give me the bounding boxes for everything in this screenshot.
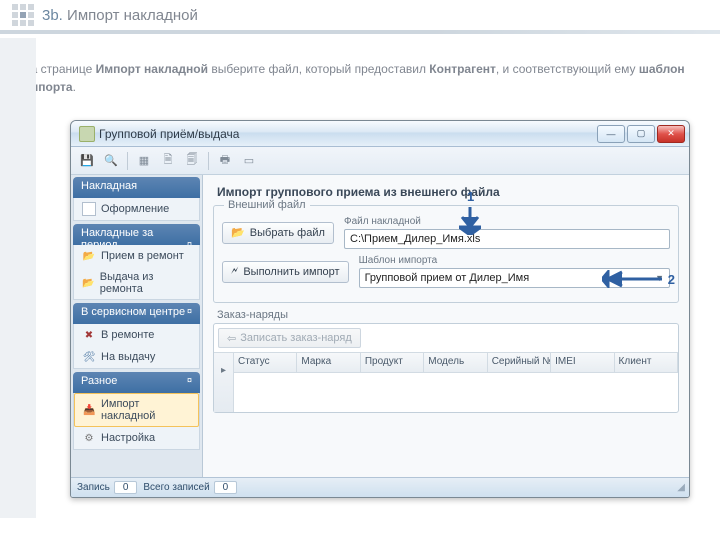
orders-label: Заказ-наряды (217, 309, 679, 321)
col-imei[interactable]: IMEI (551, 353, 614, 373)
slide-step-text: Импорт накладной (67, 7, 198, 24)
main-panel: Импорт группового приема из внешнего фай… (203, 175, 689, 477)
toolbar-save-icon[interactable]: 💾 (77, 151, 97, 171)
sidebar-item-label: Оформление (101, 203, 169, 215)
sidebar-item-label: Прием в ремонт (101, 250, 184, 262)
folder-icon: 📂 (82, 249, 96, 263)
sidebar-item-import[interactable]: 📥 Импорт накладной (74, 393, 199, 427)
template-label: Шаблон импорта (359, 255, 670, 266)
col-marka[interactable]: Марка (297, 353, 360, 373)
instruction-text: На странице Импорт накладной выберите фа… (0, 40, 720, 106)
pick-file-button[interactable]: 📂 Выбрать файл (222, 222, 334, 244)
toolbar-page-icon[interactable]: ▭ (239, 151, 259, 171)
slide-header: 3b. Импорт накладной (0, 0, 720, 30)
slide-title: 3b. Импорт накладной (42, 7, 198, 24)
toolbar-print-icon[interactable]: 🖶 (215, 151, 235, 171)
toolbar-doc-icon[interactable]: 🗎 (158, 151, 178, 171)
run-import-button[interactable]: 🗲 Выполнить импорт (222, 261, 349, 283)
sidebar-item-label: На выдачу (101, 351, 155, 363)
gear-icon: ⚙ (82, 431, 96, 445)
sheet-icon (82, 202, 96, 216)
col-status[interactable]: Статус (234, 353, 297, 373)
toolbar-separator (127, 152, 128, 170)
sidebar-head-misc[interactable]: Разное (73, 372, 200, 393)
left-arrow-icon: ⇦ (227, 332, 236, 345)
sidebar-item-label: Настройка (101, 432, 155, 444)
sidebar-item-label: В ремонте (101, 329, 154, 341)
open-folder-icon: 📂 (231, 226, 245, 239)
sidebar-item-navydachu[interactable]: 🛠 На выдачу (74, 346, 199, 368)
sidebar-item-settings[interactable]: ⚙ Настройка (74, 427, 199, 449)
minimize-button[interactable]: — (597, 125, 625, 143)
sidebar-item-oformlenie[interactable]: Оформление (74, 198, 199, 220)
tools-icon: 🛠 (82, 350, 96, 364)
sidebar: Накладная Оформление Накладные за период… (71, 175, 203, 477)
folder-import-icon: 📥 (83, 403, 96, 417)
button-label: Выполнить импорт (243, 266, 339, 278)
file-path-input[interactable] (344, 229, 670, 249)
sidebar-head-service[interactable]: В сервисном центре (73, 303, 200, 324)
close-button[interactable]: ✕ (657, 125, 685, 143)
instr-post: . (73, 80, 76, 94)
toolbar-grid-icon[interactable]: ▦ (134, 151, 154, 171)
toolbar-copy-icon[interactable]: 🗐 (182, 151, 202, 171)
instr-mid2: , и соответствующий ему (496, 62, 639, 76)
page-title: Импорт группового приема из внешнего фай… (217, 185, 679, 199)
status-bar: Запись 0 Всего записей 0 ◢ (71, 477, 689, 497)
sidebar-group-invoice: Оформление (73, 198, 200, 221)
status-record-label: Запись (77, 482, 110, 493)
toolbar-separator (208, 152, 209, 170)
fieldset-external-file: Внешний файл 📂Выбрать файл Файл накладно… (213, 205, 679, 303)
logo-squares-icon (12, 4, 34, 26)
sidebar-head-period[interactable]: Накладные за период (73, 224, 200, 245)
app-icon (79, 126, 95, 142)
sidebar-item-priem[interactable]: 📂 Прием в ремонт (74, 245, 199, 267)
window-title: Групповой приём/выдача (99, 127, 595, 141)
status-total-value: 0 (214, 481, 238, 494)
sidebar-item-vremonte[interactable]: ✖ В ремонте (74, 324, 199, 346)
grid-row-selector[interactable]: ▸ (214, 353, 234, 412)
sidebar-item-label: Выдача из ремонта (100, 271, 191, 295)
resize-grip-icon[interactable]: ◢ (677, 482, 683, 493)
col-model[interactable]: Модель (424, 353, 487, 373)
status-record-value: 0 (114, 481, 138, 494)
orders-grid[interactable]: ▸ Статус Марка Продукт Модель Серийный №… (214, 352, 678, 412)
sidebar-head-invoice[interactable]: Накладная (73, 177, 200, 198)
fieldset-label: Внешний файл (224, 199, 310, 211)
instr-b2: Контрагент (429, 62, 496, 76)
col-serial[interactable]: Серийный № (488, 353, 551, 373)
orders-panel: ⇦ Записать заказ-наряд ▸ Статус Марка Про… (213, 323, 679, 413)
chevron-down-icon: ▼ (655, 273, 664, 283)
slide-accent-left (0, 38, 36, 518)
window-body: Накладная Оформление Накладные за период… (71, 175, 689, 477)
app-window: Групповой приём/выдача — ▢ ✕ 💾 🔍 ▦ 🗎 🗐 🖶… (70, 120, 690, 498)
maximize-button[interactable]: ▢ (627, 125, 655, 143)
instr-mid: выберите файл, который предоставил (208, 62, 429, 76)
sidebar-group-misc: 📥 Импорт накладной ⚙ Настройка (73, 393, 200, 450)
button-label: Записать заказ-наряд (240, 332, 352, 344)
slide-header-bar (0, 30, 720, 34)
instr-b1: Импорт накладной (96, 62, 208, 76)
sidebar-item-vydacha[interactable]: 📂 Выдача из ремонта (74, 267, 199, 299)
wrench-icon: ✖ (82, 328, 96, 342)
col-client[interactable]: Клиент (615, 353, 678, 373)
file-label: Файл накладной (344, 216, 670, 227)
sidebar-item-label: Импорт накладной (101, 398, 190, 422)
sidebar-group-period: 📂 Прием в ремонт 📂 Выдача из ремонта (73, 245, 200, 300)
run-icon: 🗲 (231, 265, 238, 278)
toolbar: 💾 🔍 ▦ 🗎 🗐 🖶 ▭ (71, 147, 689, 175)
status-total-label: Всего записей (143, 482, 209, 493)
template-select[interactable]: Групповой прием от Дилер_Имя ▼ (359, 268, 670, 288)
write-order-button: ⇦ Записать заказ-наряд (218, 328, 361, 348)
col-product[interactable]: Продукт (361, 353, 424, 373)
select-value: Групповой прием от Дилер_Имя (365, 272, 530, 284)
sidebar-group-service: ✖ В ремонте 🛠 На выдачу (73, 324, 200, 369)
button-label: Выбрать файл (250, 227, 325, 239)
window-titlebar[interactable]: Групповой приём/выдача — ▢ ✕ (71, 121, 689, 147)
folder-icon: 📂 (82, 276, 95, 290)
toolbar-search-icon[interactable]: 🔍 (101, 151, 121, 171)
slide-step-prefix: 3b. (42, 7, 67, 24)
